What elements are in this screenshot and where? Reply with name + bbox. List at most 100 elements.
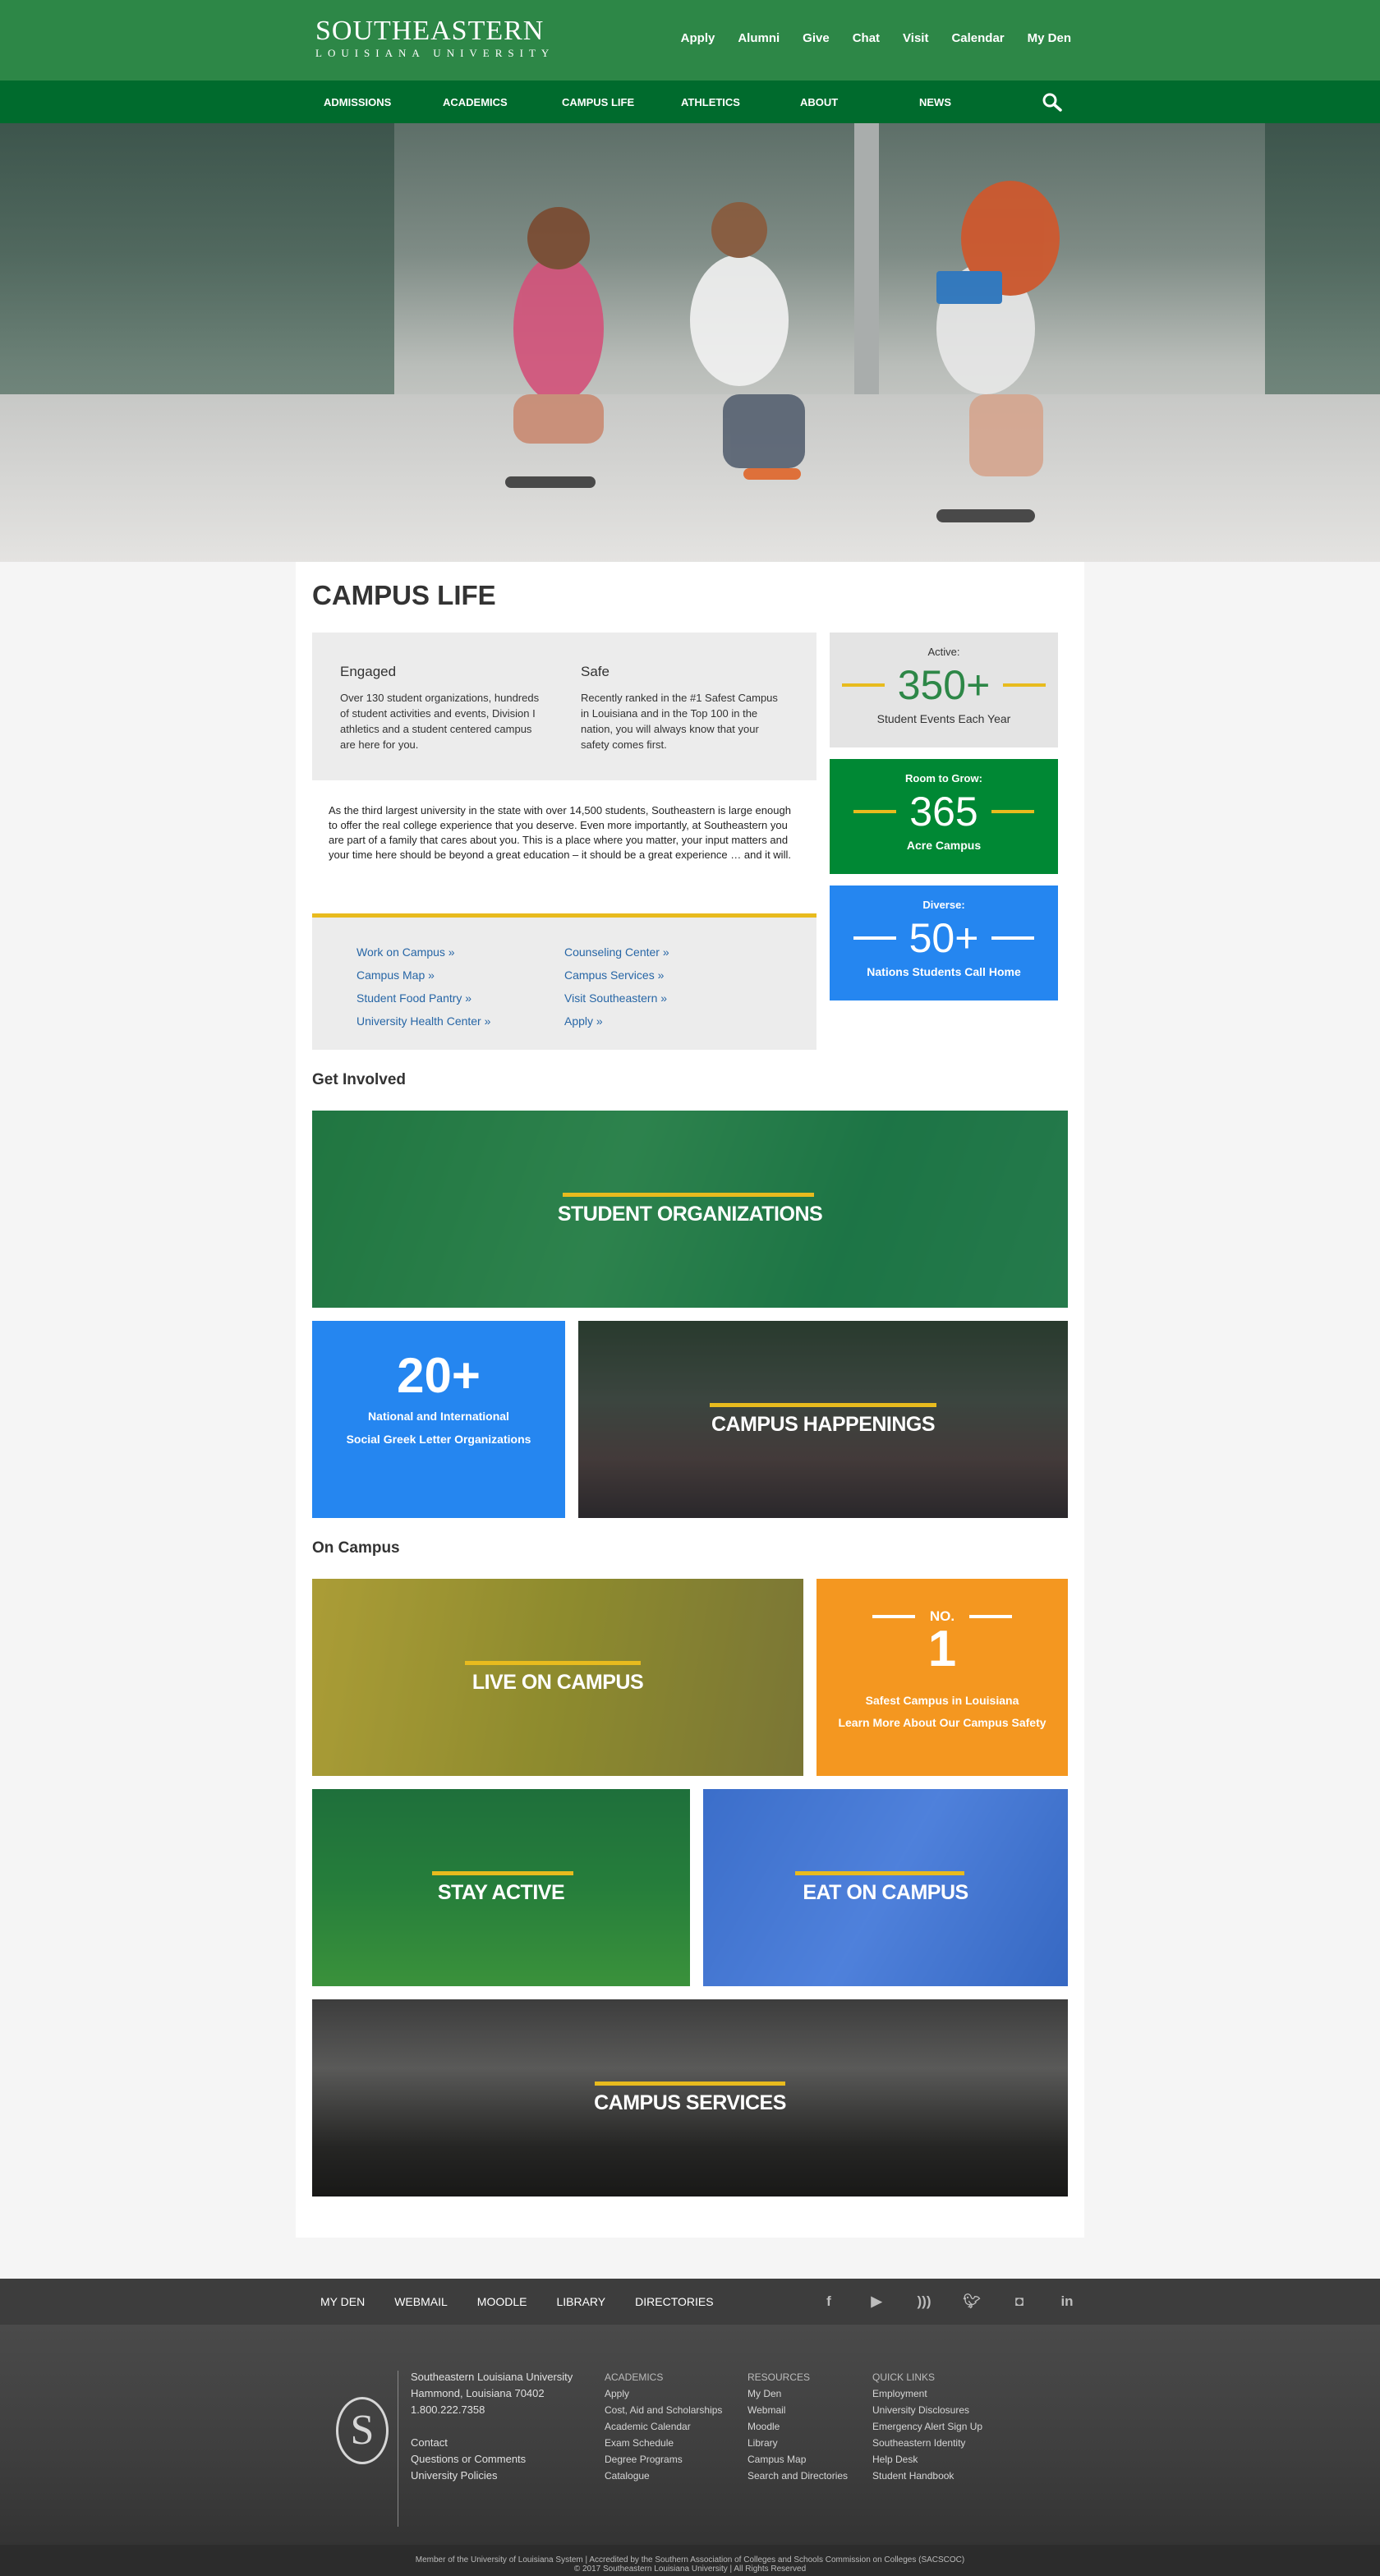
link-campus-map[interactable]: Campus Map » [356,964,564,987]
util-link-apply[interactable]: Apply [681,31,715,45]
safest-campus-tile[interactable]: NO. 1 Safest Campus in Louisiana Learn M… [816,1579,1068,1776]
footer-link[interactable]: Employment [872,2385,982,2402]
nav-academics[interactable]: ACADEMICS [443,96,562,108]
campus-services-tile[interactable]: CAMPUS SERVICES [312,1999,1068,2196]
footer-link[interactable]: Catalogue [605,2468,722,2484]
util-link-visit[interactable]: Visit [903,31,928,45]
university-logo[interactable]: SOUTHEASTERN LOUISIANA UNIVERSITY [315,16,554,61]
greek-line1: National and International [368,1410,509,1423]
footer-col-academics: ACADEMICS Apply Cost, Aid and Scholarshi… [605,2369,722,2484]
search-icon[interactable] [1042,92,1063,113]
hero-image [0,123,1380,562]
utility-nav: Apply Alumni Give Chat Visit Calendar My… [658,31,1071,45]
twitter-icon[interactable]: 🐦︎ [948,2293,996,2310]
footer-link[interactable]: My Den [748,2385,848,2402]
footer-link[interactable]: Search and Directories [748,2468,848,2484]
live-on-campus-tile[interactable]: LIVE ON CAMPUS [312,1579,803,1776]
footer-webmail[interactable]: WEBMAIL [394,2295,448,2308]
campus-safety-link[interactable]: Learn More About Our Campus Safety [816,1712,1068,1733]
accent-bar [1003,683,1046,687]
accent-bar [991,810,1034,813]
footer-library[interactable]: LIBRARY [556,2295,605,2308]
util-link-my-den[interactable]: My Den [1028,31,1071,45]
util-link-chat[interactable]: Chat [853,31,880,45]
logo-wordmark: SOUTHEASTERN [315,16,545,46]
nav-about[interactable]: ABOUT [800,96,919,108]
footer-link[interactable]: University Disclosures [872,2402,982,2418]
util-link-give[interactable]: Give [803,31,830,45]
footer-link[interactable]: Moodle [748,2418,848,2435]
rss-icon[interactable]: ))) [900,2293,948,2310]
footer-link[interactable]: Student Handbook [872,2468,982,2484]
link-work-on-campus[interactable]: Work on Campus » [356,941,564,964]
stat-label: Room to Grow: [905,772,982,784]
footer-link[interactable]: Library [748,2435,848,2451]
top-header: SOUTHEASTERN LOUISIANA UNIVERSITY Apply … [0,0,1380,80]
footer-link[interactable]: Exam Schedule [605,2435,722,2451]
link-counseling-center[interactable]: Counseling Center » [564,941,772,964]
stat-nations: Diverse: 50+ Nations Students Call Home [830,886,1058,1000]
footer-moodle[interactable]: MOODLE [477,2295,527,2308]
student-organizations-tile[interactable]: STUDENT ORGANIZATIONS [312,1111,1068,1308]
accent-bar [841,683,885,687]
footer-link[interactable]: Campus Map [748,2451,848,2468]
footer-link[interactable]: Webmail [748,2402,848,2418]
campus-happenings-tile[interactable]: CAMPUS HAPPENINGS [578,1321,1068,1518]
footer-my-den[interactable]: MY DEN [320,2295,365,2308]
footer-questions[interactable]: Questions or Comments [411,2451,573,2468]
nav-admissions[interactable]: ADMISSIONS [324,96,443,108]
footer-policies[interactable]: University Policies [411,2468,573,2484]
footer-link[interactable]: Academic Calendar [605,2418,722,2435]
eat-on-campus-tile[interactable]: EAT ON CAMPUS [703,1789,1068,1986]
nav-news[interactable]: NEWS [919,96,1038,108]
main-nav: ADMISSIONS ACADEMICS CAMPUS LIFE ATHLETI… [0,80,1380,123]
util-link-calendar[interactable]: Calendar [951,31,1004,45]
footer-col-heading: QUICK LINKS [872,2371,936,2383]
link-student-food-pantry[interactable]: Student Food Pantry » [356,987,564,1010]
nav-athletics[interactable]: ATHLETICS [681,96,800,108]
page-title: CAMPUS LIFE [312,580,496,610]
link-campus-services[interactable]: Campus Services » [564,964,772,987]
logo-subline: LOUISIANA UNIVERSITY [315,47,555,59]
footer-link[interactable]: Cost, Aid and Scholarships [605,2402,722,2418]
greek-line2: Social Greek Letter Organizations [346,1433,531,1446]
footer-link[interactable]: Southeastern Identity [872,2435,982,2451]
footer-contact[interactable]: Contact [411,2435,573,2451]
linkedin-icon[interactable]: in [1043,2293,1091,2310]
stat-events: Active: 350+ Student Events Each Year [830,632,1058,748]
greek-count: 20+ [397,1348,481,1403]
link-health-center[interactable]: University Health Center » [356,1010,564,1033]
stat-desc: Acre Campus [906,839,982,852]
engaged-heading: Engaged [340,664,397,679]
link-visit-southeastern[interactable]: Visit Southeastern » [564,987,772,1010]
greek-organizations-tile[interactable]: 20+ National and International Social Gr… [312,1321,565,1518]
footer-col-heading: RESOURCES [748,2371,811,2383]
highlights-box: Engaged Over 130 student organizations, … [312,632,816,780]
tile-title: LIVE ON CAMPUS [472,1671,644,1694]
get-involved-heading: Get Involved [312,1071,407,1088]
footer-col-quick-links: QUICK LINKS Employment University Disclo… [872,2369,982,2484]
stay-active-tile[interactable]: STAY ACTIVE [312,1789,690,1986]
footer-legal: Member of the University of Louisiana Sy… [0,2545,1380,2576]
util-link-alumni[interactable]: Alumni [738,31,780,45]
instagram-icon[interactable]: ◘ [996,2293,1043,2310]
footer-link[interactable]: Degree Programs [605,2451,722,2468]
link-apply[interactable]: Apply » [564,1010,772,1033]
main-content: CAMPUS LIFE Engaged Over 130 student org… [296,562,1084,2238]
footer-directories[interactable]: DIRECTORIES [635,2295,713,2308]
stat-desc: Student Events Each Year [876,712,1011,725]
safest-text: Safest Campus in Louisiana [865,1694,1019,1707]
facebook-icon[interactable]: f [805,2293,853,2310]
quick-links-box: Work on Campus » Campus Map » Student Fo… [312,913,816,1050]
footer-link[interactable]: Help Desk [872,2451,982,2468]
youtube-icon[interactable]: ▶ [853,2293,900,2310]
nav-campus-life[interactable]: CAMPUS LIFE [562,96,681,108]
on-campus-heading: On Campus [312,1539,400,1557]
accent-bar [872,1615,915,1618]
footer-main: S Southeastern Louisiana University Hamm… [0,2325,1380,2545]
footer-link[interactable]: Apply [605,2385,722,2402]
skateboarders-photo [505,181,1060,522]
footer-link[interactable]: Emergency Alert Sign Up [872,2418,982,2435]
footer-col-heading: ACADEMICS [605,2371,664,2383]
tile-title: CAMPUS HAPPENINGS [711,1413,936,1436]
